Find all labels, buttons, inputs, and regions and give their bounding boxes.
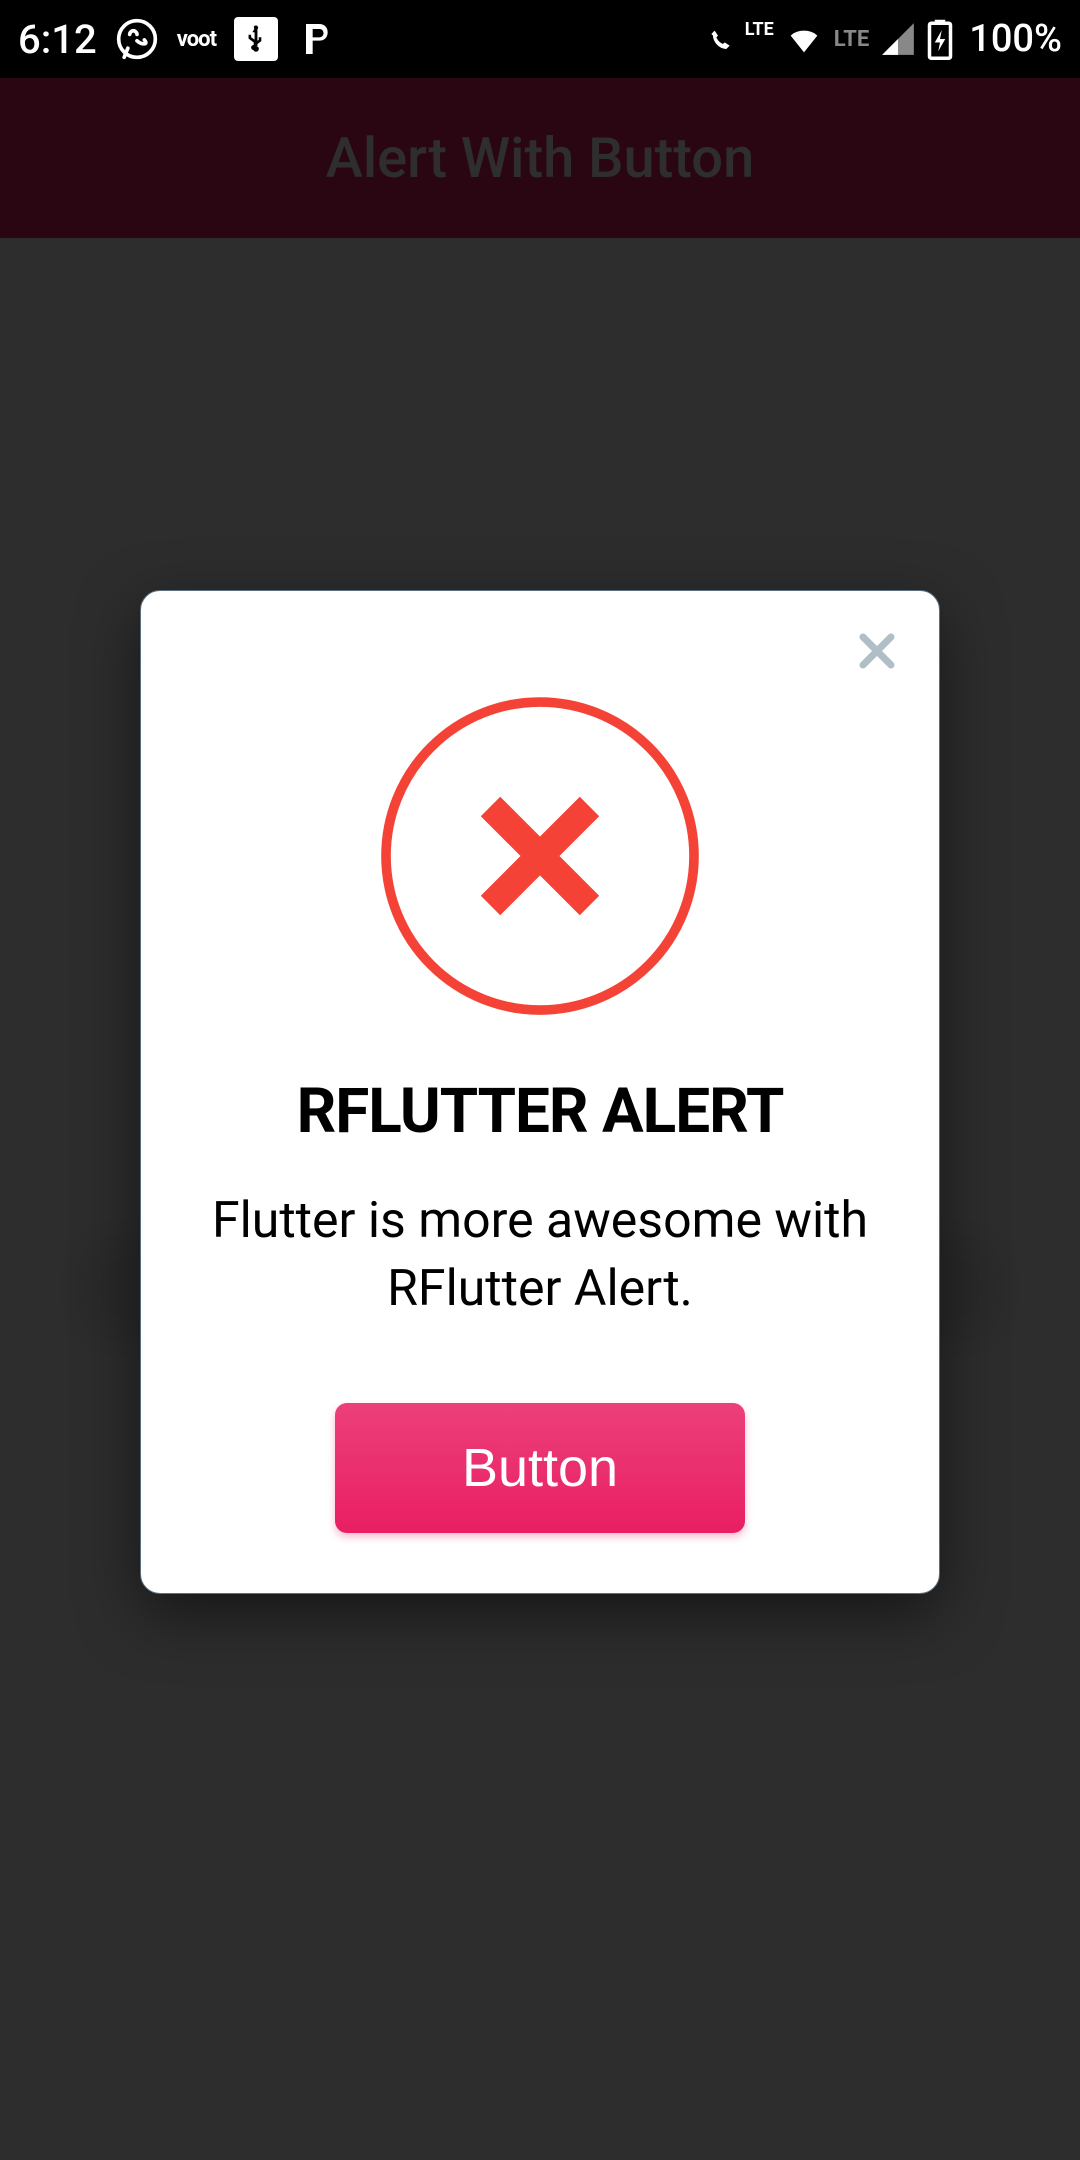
error-icon (375, 691, 705, 1025)
close-button[interactable] (853, 627, 901, 679)
voot-icon: voot (177, 27, 216, 52)
close-icon (853, 627, 901, 675)
alert-dialog: RFLUTTER ALERT Flutter is more awesome w… (140, 590, 940, 1594)
wifi-icon (784, 19, 824, 59)
p-icon (296, 19, 336, 59)
lte-label-2: LTE (834, 27, 869, 52)
battery-charging-icon (927, 18, 953, 60)
lte-label-1: LTE (745, 19, 774, 40)
battery-percent: 100% (969, 17, 1062, 61)
status-bar-right: LTE LTE 100% (703, 17, 1062, 61)
usb-icon (234, 17, 278, 61)
whatsapp-icon (115, 17, 159, 61)
signal-icon (879, 20, 917, 58)
phone-lte-icon (703, 19, 743, 59)
dialog-action-button[interactable]: Button (335, 1403, 745, 1533)
status-bar: 6:12 voot (0, 0, 1080, 78)
dialog-title: RFLUTTER ALERT (297, 1075, 784, 1148)
dialog-message: Flutter is more awesome with RFlutter Al… (191, 1188, 889, 1323)
status-bar-left: 6:12 voot (18, 16, 336, 63)
status-time: 6:12 (18, 16, 97, 63)
